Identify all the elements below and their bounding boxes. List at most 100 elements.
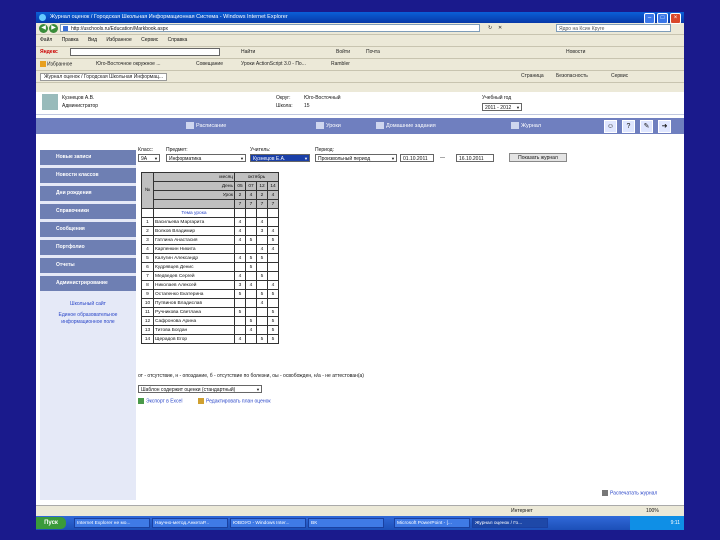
task-button[interactable]: ЮВОУО - Windows Inter... [230,518,306,528]
mark-cell[interactable]: 5 [267,289,279,299]
lesson-topic-link[interactable]: Тема урока [153,208,235,218]
sidebar-item-birthdays[interactable]: Дни рождения [40,186,136,201]
mark-cell[interactable]: 4 [234,235,246,245]
menu-favorites[interactable]: Избранное [106,37,131,43]
mark-cell[interactable]: 4 [267,226,279,236]
mark-cell[interactable] [256,307,268,317]
edit-icon[interactable]: ✎ [640,120,653,133]
favorite-link-4[interactable]: Rambler [331,61,350,67]
mark-cell[interactable] [267,262,279,272]
show-journal-button[interactable]: Показать журнал [509,153,567,162]
mark-cell[interactable] [256,280,268,290]
mark-cell[interactable] [234,262,246,272]
teacher-select[interactable]: Кузнецов Е.А. [250,154,310,162]
sidebar-item-portfolio[interactable]: Портфолио [40,240,136,255]
nav-lessons[interactable]: Уроки [316,122,341,129]
mark-cell[interactable]: 5 [267,235,279,245]
ie-tab[interactable]: Журнал оценок / Городская Школьная Инфор… [40,73,168,81]
mark-cell[interactable] [245,244,257,254]
mark-cell[interactable]: 5 [256,289,268,299]
ie-page-menu[interactable]: Страница [521,73,544,79]
mark-cell[interactable] [245,226,257,236]
mark-cell[interactable]: 4 [256,244,268,254]
task-button[interactable]: Microsoft PowerPoint - [... [394,518,470,528]
yandex-login-link[interactable]: Войти [336,49,350,55]
mark-cell[interactable] [245,307,257,317]
mark-cell[interactable]: 4 [234,217,246,227]
nav-journal[interactable]: Журнал [511,122,541,129]
menu-tools[interactable]: Сервис [141,37,158,43]
sidebar-item-messages[interactable]: Сообщения [40,222,136,237]
help-icon[interactable]: ? [622,120,635,133]
print-journal-link[interactable]: Распечатать журнал [602,490,657,496]
mark-cell[interactable]: 4 [245,280,257,290]
mark-cell[interactable] [245,298,257,308]
yandex-logo[interactable]: Яндекс [40,49,58,55]
mark-cell[interactable]: 5 [234,289,246,299]
back-icon[interactable]: ◀ [39,24,48,33]
sidebar-item-reports[interactable]: Отчеты [40,258,136,273]
mark-cell[interactable] [234,244,246,254]
mark-cell[interactable] [256,316,268,326]
mark-cell[interactable]: 4 [234,253,246,263]
people-icon[interactable]: ☺ [604,120,617,133]
mark-cell[interactable]: 5 [267,316,279,326]
menu-view[interactable]: Вид [88,37,97,43]
mark-cell[interactable]: 4 [267,244,279,254]
nav-schedule[interactable]: Расписание [186,122,226,129]
school-site-link[interactable]: Школьный сайт [40,301,136,308]
mark-cell[interactable]: 5 [267,334,279,344]
mark-cell[interactable] [256,325,268,335]
search-input[interactable]: Ядро на Ксин Круге [556,24,671,32]
mark-cell[interactable]: 5 [267,307,279,317]
mark-cell[interactable]: 5 [267,325,279,335]
mark-cell[interactable] [267,217,279,227]
address-bar[interactable]: http://uschools.ru/Education/Markbook.as… [60,24,480,32]
mark-cell[interactable] [234,325,246,335]
year-select[interactable]: 2011 - 2012 [482,103,522,111]
mark-cell[interactable]: 5 [234,307,246,317]
mark-cell[interactable]: 5 [256,253,268,263]
mark-cell[interactable] [245,217,257,227]
edit-plan-link[interactable]: Редактировать план оценок [198,398,271,404]
template-select[interactable]: Шаблон содержит оценки (стандартный) [138,385,262,394]
yandex-find-button[interactable]: Найти [241,49,255,55]
mark-cell[interactable] [267,271,279,281]
mark-cell[interactable]: 4 [234,271,246,281]
mark-cell[interactable]: 4 [256,298,268,308]
period-select[interactable]: Произвольный период [315,154,397,162]
mark-cell[interactable]: 5 [245,316,257,326]
menu-help[interactable]: Справка [168,37,188,43]
mark-cell[interactable]: 5 [245,235,257,245]
mark-cell[interactable] [245,271,257,281]
mark-cell[interactable] [256,262,268,272]
class-select[interactable]: 9А [138,154,160,162]
sidebar-item-new[interactable]: Новые записи [40,150,136,165]
stop-icon[interactable]: ✕ [498,25,502,31]
favorite-link-1[interactable]: Юго-Восточное окружное ... [96,61,161,67]
sidebar-item-directories[interactable]: Справочники [40,204,136,219]
edu-field-link[interactable]: Единое образовательное информационное по… [40,312,136,326]
mark-cell[interactable]: 4 [256,217,268,227]
favorites-button[interactable]: Избранное [40,61,72,67]
task-button-active[interactable]: Журнал оценок / Го... [472,518,548,528]
ie-tools-menu[interactable]: Сервис [611,73,628,79]
mark-cell[interactable]: 5 [256,271,268,281]
mark-cell[interactable] [256,235,268,245]
mark-cell[interactable]: 3 [256,226,268,236]
task-button[interactable]: Научно-метод.АнкетаР... [152,518,228,528]
date-from-field[interactable]: 01.10.2011 [400,154,434,162]
mark-cell[interactable] [245,334,257,344]
mark-cell[interactable]: 4 [267,280,279,290]
mark-cell[interactable] [267,253,279,263]
mark-cell[interactable]: 4 [234,334,246,344]
refresh-icon[interactable]: ↻ [488,25,492,31]
forward-icon[interactable]: ▶ [49,24,58,33]
mark-cell[interactable]: 4 [245,325,257,335]
yandex-mail-link[interactable]: Почта [366,49,380,55]
sidebar-item-admin[interactable]: Администрирование [40,276,136,291]
menu-edit[interactable]: Правка [62,37,79,43]
mark-cell[interactable]: 4 [234,226,246,236]
yandex-search-input[interactable] [70,48,220,56]
menu-file[interactable]: Файл [40,37,52,43]
